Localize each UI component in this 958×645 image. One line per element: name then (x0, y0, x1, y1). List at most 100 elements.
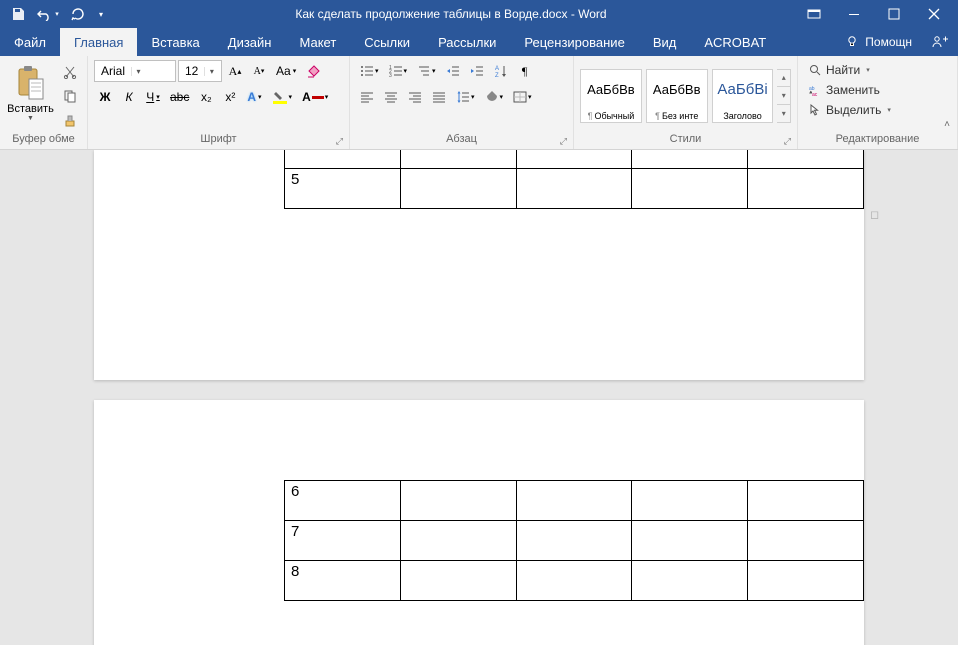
group-label-clipboard: Буфер обме (6, 131, 81, 147)
maximize-button[interactable] (874, 0, 914, 28)
undo-button[interactable]: ▾ (34, 2, 62, 26)
shrink-font-button[interactable]: A▾ (248, 60, 270, 82)
styles-expand[interactable]: ▾ (777, 105, 790, 122)
table-row[interactable] (285, 150, 864, 168)
page-2[interactable]: 6 7 8 (94, 400, 864, 645)
document-canvas[interactable]: 5 ◻ 6 7 (0, 150, 958, 645)
tab-mailings[interactable]: Рассылки (424, 28, 510, 56)
paragraph-dialog-launcher[interactable]: ⤢ (560, 133, 567, 149)
window-controls (794, 0, 954, 28)
tab-design[interactable]: Дизайн (214, 28, 286, 56)
ribbon-tabs: Файл Главная Вставка Дизайн Макет Ссылки… (0, 28, 958, 56)
group-font: Arial▾ 12▾ A▴ A▾ Aa▾ Ж К Ч▾ abc x₂ x² A▾… (88, 56, 350, 149)
change-case-button[interactable]: Aa▾ (272, 60, 300, 82)
highlight-button[interactable]: ▾ (268, 86, 297, 108)
group-styles: АаБбВв ¶Обычный АаБбВв ¶Без инте АаБбВі … (574, 56, 798, 149)
text-effects-button[interactable]: A▾ (243, 86, 265, 108)
table-row[interactable]: 7 (285, 521, 864, 561)
close-button[interactable] (914, 0, 954, 28)
borders-button[interactable]: ▾ (509, 86, 536, 108)
redo-button[interactable] (64, 2, 92, 26)
svg-text:ac: ac (812, 92, 818, 96)
font-color-button[interactable]: A▾ (298, 86, 332, 108)
tab-view[interactable]: Вид (639, 28, 691, 56)
style-heading1[interactable]: АаБбВі Заголово (712, 69, 774, 123)
table-row[interactable]: 8 (285, 561, 864, 601)
clear-formatting-button[interactable] (302, 60, 326, 82)
share-button[interactable] (922, 28, 958, 56)
window-title: Как сделать продолжение таблицы в Ворде.… (108, 7, 794, 21)
replace-icon: abac (808, 84, 822, 96)
align-center-button[interactable] (380, 86, 402, 108)
collapse-ribbon-button[interactable]: ˄ (938, 117, 956, 131)
copy-button[interactable] (59, 85, 81, 107)
font-name-dropdown[interactable]: Arial▾ (94, 60, 176, 82)
group-label-font: Шрифт (200, 133, 236, 145)
find-button[interactable]: Найти▾ (804, 60, 951, 80)
superscript-button[interactable]: x² (219, 86, 241, 108)
multilevel-list-button[interactable]: ▾ (413, 60, 440, 82)
table-1[interactable]: 5 (284, 150, 864, 209)
tell-me-placeholder: Помощн (865, 35, 912, 49)
tab-review[interactable]: Рецензирование (510, 28, 638, 56)
styles-scroll-down[interactable]: ▾ (777, 87, 790, 105)
font-size-dropdown[interactable]: 12▾ (178, 60, 222, 82)
table-2[interactable]: 6 7 8 (284, 480, 864, 601)
strikethrough-button[interactable]: abc (166, 86, 193, 108)
sort-button[interactable]: AZ (490, 60, 512, 82)
styles-gallery-nav: ▴ ▾ ▾ (777, 69, 791, 123)
italic-button[interactable]: К (118, 86, 140, 108)
align-right-button[interactable] (404, 86, 426, 108)
subscript-button[interactable]: x₂ (195, 86, 217, 108)
justify-button[interactable] (428, 86, 450, 108)
table-end-marker: ◻ (870, 208, 879, 221)
table-row[interactable]: 6 (285, 481, 864, 521)
style-no-spacing[interactable]: АаБбВв ¶Без инте (646, 69, 708, 123)
tab-file[interactable]: Файл (0, 28, 60, 56)
svg-text:3: 3 (389, 73, 392, 77)
paste-label: Вставить (7, 103, 54, 115)
increase-indent-button[interactable] (466, 60, 488, 82)
save-button[interactable] (4, 2, 32, 26)
ribbon: Вставить ▼ Буфер обме Arial▾ 12▾ A▴ A▾ A… (0, 56, 958, 150)
styles-dialog-launcher[interactable]: ⤢ (784, 133, 791, 149)
page-1[interactable]: 5 ◻ (94, 150, 864, 380)
font-dialog-launcher[interactable]: ⤢ (336, 133, 343, 149)
tab-insert[interactable]: Вставка (137, 28, 213, 56)
paste-button[interactable]: Вставить ▼ (6, 63, 55, 129)
qat-customize-button[interactable]: ▾ (94, 2, 108, 26)
decrease-indent-button[interactable] (442, 60, 464, 82)
document-area: 5 ◻ 6 7 (0, 150, 958, 645)
search-icon (808, 64, 822, 76)
tell-me-search[interactable]: Помощн (835, 28, 922, 56)
grow-font-button[interactable]: A▴ (224, 60, 246, 82)
table-row[interactable]: 5 (285, 168, 864, 208)
group-paragraph: ▾ 123▾ ▾ AZ ¶ ▾ ▾ ▾ Абзац⤢ (350, 56, 574, 149)
tab-layout[interactable]: Макет (285, 28, 350, 56)
lightbulb-icon (845, 35, 859, 49)
show-marks-button[interactable]: ¶ (514, 60, 536, 82)
bullets-button[interactable]: ▾ (356, 60, 383, 82)
tab-home[interactable]: Главная (60, 28, 137, 56)
minimize-button[interactable] (834, 0, 874, 28)
group-label-editing: Редактирование (804, 131, 951, 147)
tab-acrobat[interactable]: ACROBAT (690, 28, 780, 56)
select-button[interactable]: Выделить▾ (804, 100, 951, 120)
group-editing: Найти▾ abac Заменить Выделить▾ Редактиро… (798, 56, 958, 149)
shading-button[interactable]: ▾ (481, 86, 508, 108)
bold-button[interactable]: Ж (94, 86, 116, 108)
format-painter-button[interactable] (59, 109, 81, 131)
group-clipboard: Вставить ▼ Буфер обме (0, 56, 88, 149)
underline-button[interactable]: Ч▾ (142, 86, 164, 108)
replace-button[interactable]: abac Заменить (804, 80, 951, 100)
styles-scroll-up[interactable]: ▴ (777, 70, 790, 88)
line-spacing-button[interactable]: ▾ (452, 86, 479, 108)
cut-button[interactable] (59, 61, 81, 83)
tab-references[interactable]: Ссылки (350, 28, 424, 56)
paste-icon (15, 65, 47, 101)
svg-text:Z: Z (495, 73, 499, 78)
numbering-button[interactable]: 123▾ (385, 60, 412, 82)
style-normal[interactable]: АаБбВв ¶Обычный (580, 69, 642, 123)
align-left-button[interactable] (356, 86, 378, 108)
ribbon-display-button[interactable] (794, 0, 834, 28)
